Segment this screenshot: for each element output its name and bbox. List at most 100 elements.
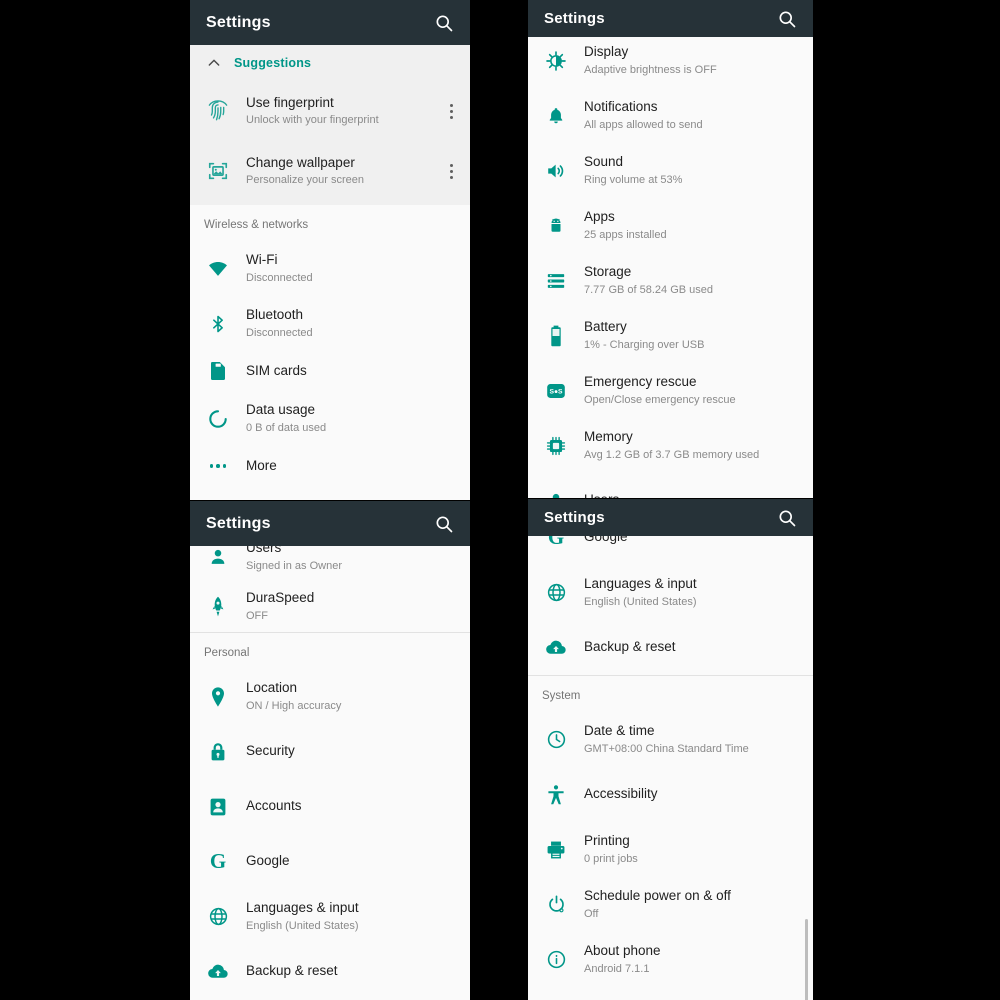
row-subtitle: 0 B of data used (246, 421, 327, 434)
overflow-menu-icon[interactable] (438, 163, 464, 179)
settings-row-battery[interactable]: Battery 1% - Charging over USB (528, 308, 813, 363)
settings-row-users[interactable]: Users (528, 473, 813, 498)
settings-row-storage[interactable]: Storage 7.77 GB of 58.24 GB used (528, 253, 813, 308)
settings-list[interactable]: G Google Languages & input English (Unit… (528, 536, 813, 1000)
suggestion-title: Change wallpaper (246, 154, 355, 170)
search-icon[interactable] (777, 9, 797, 29)
settings-row-notifications[interactable]: Notifications All apps allowed to send (528, 88, 813, 143)
row-subtitle: Disconnected (246, 326, 313, 339)
row-title: Accessibility (584, 786, 658, 802)
settings-row-display[interactable]: Display Adaptive brightness is OFF (528, 37, 813, 88)
settings-panel-top-left: Settings Suggestions Use fingerprint Unl… (190, 0, 470, 500)
settings-row-data-usage[interactable]: Data usage 0 B of data used (190, 391, 470, 446)
settings-row-text: Languages & input English (United States… (246, 900, 470, 934)
settings-row-text: Accessibility (584, 786, 813, 803)
clock-icon (528, 729, 584, 750)
search-icon[interactable] (434, 13, 454, 33)
settings-row-text: Data usage 0 B of data used (246, 402, 470, 436)
storage-icon (528, 271, 584, 291)
app-bar: Settings (190, 501, 470, 546)
row-title: Security (246, 743, 295, 759)
section-header-personal: Personal (190, 632, 470, 669)
suggestion-item-wallpaper[interactable]: Change wallpaper Personalize your screen (190, 141, 470, 201)
settings-row-memory[interactable]: Memory Avg 1.2 GB of 3.7 GB memory used (528, 418, 813, 473)
vertical-scrollbar[interactable] (805, 919, 808, 1000)
settings-row-google[interactable]: G Google (528, 536, 813, 565)
overflow-menu-icon[interactable] (438, 103, 464, 119)
bluetooth-icon (190, 313, 246, 335)
page-title: Settings (206, 514, 271, 532)
settings-row-text: Date & time GMT+08:00 China Standard Tim… (584, 723, 813, 757)
user-icon (190, 547, 246, 567)
settings-row-backup-reset[interactable]: Backup & reset (528, 620, 813, 675)
google-g-icon: G (547, 536, 565, 549)
fingerprint-icon (190, 99, 246, 123)
row-title: Languages & input (584, 575, 697, 591)
row-subtitle: Open/Close emergency rescue (584, 393, 736, 406)
row-title: Display (584, 43, 629, 59)
row-subtitle: 7.77 GB of 58.24 GB used (584, 283, 714, 296)
row-title: Users (584, 492, 805, 498)
row-subtitle: Signed in as Owner (246, 560, 342, 573)
settings-row-about-phone[interactable]: About phone Android 7.1.1 (528, 932, 813, 987)
settings-row-text: Backup & reset (584, 639, 813, 656)
settings-row-text: Battery 1% - Charging over USB (584, 319, 813, 353)
page-title: Settings (544, 509, 605, 526)
settings-row-bluetooth[interactable]: Bluetooth Disconnected (190, 296, 470, 351)
app-bar: Settings (190, 0, 470, 45)
user-icon (528, 491, 584, 498)
volume-icon (528, 160, 584, 182)
row-title: Memory (584, 428, 633, 444)
suggestion-text: Change wallpaper Personalize your screen (246, 155, 438, 187)
settings-row-text: Notifications All apps allowed to send (584, 99, 813, 133)
settings-row-google[interactable]: G Google (190, 834, 470, 889)
screenshot-stage: Settings Suggestions Use fingerprint Unl… (0, 0, 1000, 1000)
settings-row-more[interactable]: More (190, 446, 470, 486)
chevron-up-icon[interactable] (194, 55, 234, 71)
suggestion-item-fingerprint[interactable]: Use fingerprint Unlock with your fingerp… (190, 81, 470, 141)
settings-row-apps[interactable]: Apps 25 apps installed (528, 198, 813, 253)
settings-row-emergency-rescue[interactable]: S●S Emergency rescue Open/Close emergenc… (528, 363, 813, 418)
settings-row-security[interactable]: Security (190, 724, 470, 779)
data-usage-icon (190, 408, 246, 430)
settings-row-languages-input[interactable]: Languages & input English (United States… (528, 565, 813, 620)
info-icon (528, 949, 584, 970)
row-subtitle: Off (584, 907, 599, 920)
settings-row-text: Emergency rescue Open/Close emergency re… (584, 374, 813, 408)
settings-row-duraspeed[interactable]: DuraSpeed OFF (190, 582, 470, 632)
settings-row-backup-reset[interactable]: Backup & reset (190, 944, 470, 999)
settings-row-schedule-power[interactable]: Schedule power on & off Off (528, 877, 813, 932)
search-icon[interactable] (777, 508, 797, 528)
settings-list[interactable]: Display Adaptive brightness is OFF Notif… (528, 37, 813, 498)
settings-row-wifi[interactable]: Wi-Fi Disconnected (190, 241, 470, 296)
row-title: Wi-Fi (246, 251, 278, 267)
settings-row-text: Memory Avg 1.2 GB of 3.7 GB memory used (584, 429, 813, 463)
row-subtitle: All apps allowed to send (584, 118, 703, 131)
settings-row-text: Storage 7.77 GB of 58.24 GB used (584, 264, 813, 298)
row-subtitle: GMT+08:00 China Standard Time (584, 742, 749, 755)
accessibility-icon (528, 784, 584, 806)
row-title: Date & time (584, 722, 655, 738)
settings-row-sim-cards[interactable]: SIM cards (190, 351, 470, 391)
row-title: Battery (584, 318, 627, 334)
settings-row-text: Apps 25 apps installed (584, 209, 813, 243)
settings-list[interactable]: Suggestions Use fingerprint Unlock with … (190, 45, 470, 500)
settings-row-location[interactable]: Location ON / High accuracy (190, 669, 470, 724)
row-subtitle: Disconnected (246, 271, 313, 284)
settings-row-users[interactable]: Users Signed in as Owner (190, 546, 470, 582)
sim-card-icon (190, 360, 246, 382)
settings-row-languages-input[interactable]: Languages & input English (United States… (190, 889, 470, 944)
settings-row-date-time[interactable]: Date & time GMT+08:00 China Standard Tim… (528, 712, 813, 767)
settings-list[interactable]: Users Signed in as Owner DuraSpeed OFF P… (190, 546, 470, 1000)
row-title: SIM cards (246, 362, 307, 378)
backup-cloud-icon (190, 963, 246, 981)
settings-row-text: Users (584, 492, 813, 498)
search-icon[interactable] (434, 514, 454, 534)
settings-row-accessibility[interactable]: Accessibility (528, 767, 813, 822)
row-subtitle: Ring volume at 53% (584, 173, 683, 186)
settings-row-printing[interactable]: Printing 0 print jobs (528, 822, 813, 877)
settings-row-text: Google (246, 853, 470, 870)
settings-row-sound[interactable]: Sound Ring volume at 53% (528, 143, 813, 198)
suggestions-header[interactable]: Suggestions (190, 45, 470, 81)
settings-row-accounts[interactable]: Accounts (190, 779, 470, 834)
